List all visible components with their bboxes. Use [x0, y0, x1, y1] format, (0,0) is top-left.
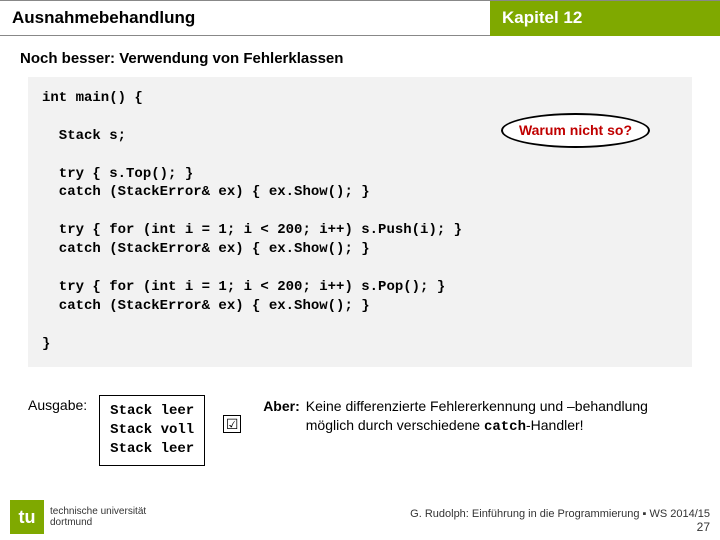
tu-logo-text: technische universität dortmund	[50, 506, 146, 528]
aber-label: Aber:	[263, 397, 300, 437]
aber-text-c: -Handler!	[526, 417, 584, 433]
footer-course: G. Rudolph: Einführung in die Programmie…	[410, 508, 710, 520]
aber-text-a: Keine differenzierte Fehlererkennung und…	[306, 398, 648, 433]
slide-number: 27	[410, 520, 710, 534]
aber-text: Keine differenzierte Fehlererkennung und…	[306, 397, 692, 437]
lower-row: Ausgabe: Stack leer Stack voll Stack lee…	[0, 367, 720, 466]
callout-bubble: Warum nicht so?	[501, 113, 650, 148]
code-line: try { for (int i = 1; i < 200; i++) s.Po…	[42, 278, 678, 297]
code-line: catch (StackError& ex) { ex.Show(); }	[42, 297, 678, 316]
code-line: try { for (int i = 1; i < 200; i++) s.Pu…	[42, 221, 678, 240]
slide-footer: tu technische universität dortmund G. Ru…	[0, 500, 720, 536]
code-line: catch (StackError& ex) { ex.Show(); }	[42, 240, 678, 259]
header-title-right: Kapitel 12	[490, 1, 720, 36]
code-block: Warum nicht so? int main() { Stack s; tr…	[28, 77, 692, 367]
header-title-left: Ausnahmebehandlung	[0, 1, 490, 36]
aber-text-b: catch	[484, 419, 526, 435]
aber-block: Aber: Keine differenzierte Fehlererkennu…	[263, 395, 692, 437]
slide-subtitle: Noch besser: Verwendung von Fehlerklasse…	[0, 36, 720, 77]
footer-right: G. Rudolph: Einführung in die Programmie…	[410, 508, 710, 534]
code-line: catch (StackError& ex) { ex.Show(); }	[42, 183, 678, 202]
code-line: try { s.Top(); }	[42, 165, 678, 184]
output-box: Stack leer Stack voll Stack leer	[99, 395, 205, 466]
check-icon: ☑	[223, 415, 241, 433]
tu-logo-mark: tu	[10, 500, 44, 534]
slide-header: Ausnahmebehandlung Kapitel 12	[0, 0, 720, 36]
code-line: }	[42, 335, 678, 354]
tu-logo: tu technische universität dortmund	[10, 500, 146, 534]
code-line: int main() {	[42, 89, 678, 108]
output-label: Ausgabe:	[28, 395, 87, 413]
